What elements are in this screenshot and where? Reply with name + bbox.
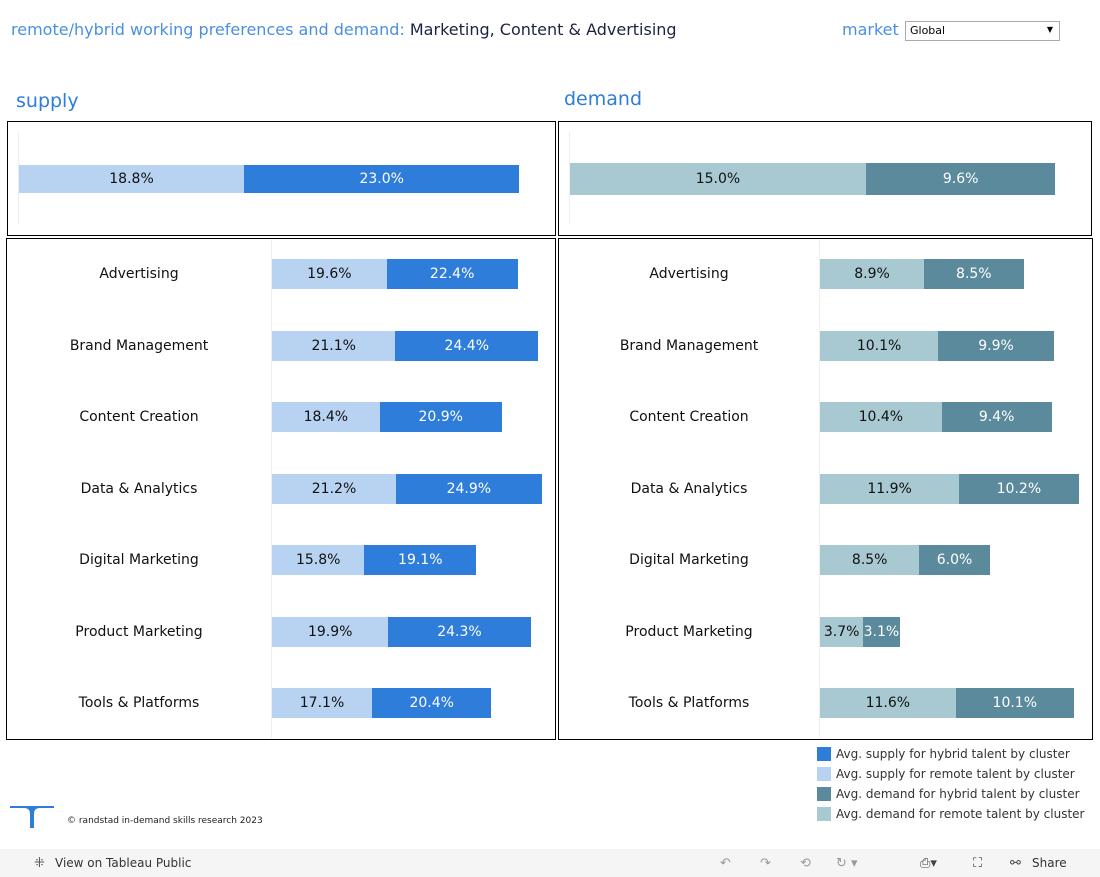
bar-hybrid[interactable]: 8.5% xyxy=(924,259,1024,289)
bar-remote[interactable]: 11.6% xyxy=(820,688,956,718)
legend-item[interactable]: Avg. demand for hybrid talent by cluster xyxy=(817,787,1080,801)
category-label: Brand Management xyxy=(619,337,759,354)
randstad-logo xyxy=(10,806,54,828)
legend-item[interactable]: Avg. demand for remote talent by cluster xyxy=(817,807,1084,821)
bar-remote[interactable]: 17.1% xyxy=(272,688,373,718)
category-label: Advertising xyxy=(649,266,729,282)
legend-swatch xyxy=(817,747,831,761)
bar-remote[interactable]: 21.2% xyxy=(272,473,397,504)
category-label: Content Creation xyxy=(79,409,199,425)
bar-hybrid[interactable]: 9.9% xyxy=(938,330,1054,361)
download-icon[interactable]: ⎙▾ xyxy=(920,856,937,871)
bar-hybrid[interactable]: 20.4% xyxy=(372,688,492,718)
bar-remote[interactable]: 8.9% xyxy=(820,259,925,289)
chevron-down-icon: ▼ xyxy=(1046,25,1053,34)
legend-swatch xyxy=(817,787,831,801)
demand-heading: demand xyxy=(564,88,643,110)
bar-hybrid[interactable]: 9.4% xyxy=(941,402,1052,432)
refresh-icon[interactable]: ↻ ▾ xyxy=(836,856,858,871)
revert-icon[interactable]: ⟲ xyxy=(800,856,811,871)
legend-label: Avg. demand for remote talent by cluster xyxy=(836,807,1085,821)
share-button[interactable]: Share xyxy=(1032,856,1067,870)
legend-item[interactable]: Avg. supply for hybrid talent by cluster xyxy=(817,747,1070,761)
title-cluster: Marketing, Content & Advertising xyxy=(409,20,677,39)
bar-remote[interactable]: 19.9% xyxy=(272,616,389,647)
tableau-icon: ⁜ xyxy=(34,856,45,871)
undo-icon[interactable]: ↶ xyxy=(720,856,731,871)
copyright: © randstad in-demand skills research 202… xyxy=(67,816,263,826)
legend-label: Avg. demand for hybrid talent by cluster xyxy=(836,787,1080,801)
category-label: Content Creation xyxy=(629,409,749,425)
bar-remote[interactable]: 15.8% xyxy=(272,545,365,575)
bar-hybrid[interactable]: 24.3% xyxy=(388,616,531,647)
bar-remote[interactable]: 18.4% xyxy=(272,402,380,432)
category-label: Digital Marketing xyxy=(79,552,199,568)
category-label: Product Marketing xyxy=(625,623,753,640)
dashboard-title: remote/hybrid working preferences and de… xyxy=(11,20,677,39)
category-label: Tools & Platforms xyxy=(628,695,750,711)
legend-swatch xyxy=(817,807,831,821)
bar-hybrid[interactable]: 10.2% xyxy=(959,473,1079,504)
category-label: Advertising xyxy=(99,266,179,282)
legend-label: Avg. supply for hybrid talent by cluster xyxy=(836,747,1070,761)
tableau-toolbar: ⁜ View on Tableau Public ↶ ↷ ⟲ ↻ ▾ ⎙▾ ⛶ … xyxy=(0,849,1100,877)
bar-remote[interactable]: 19.6% xyxy=(272,259,387,289)
bar-hybrid[interactable]: 24.4% xyxy=(395,330,539,361)
bar-remote[interactable]: 10.1% xyxy=(820,330,939,361)
bar-hybrid[interactable]: 6.0% xyxy=(919,545,990,575)
bar-hybrid[interactable]: 22.4% xyxy=(386,259,518,289)
summary-bar-hybrid[interactable]: 9.6% xyxy=(865,163,1056,195)
legend-swatch xyxy=(817,767,831,781)
bar-remote[interactable]: 21.1% xyxy=(272,330,396,361)
summary-bar-remote[interactable]: 18.8% xyxy=(19,165,245,193)
category-label: Data & Analytics xyxy=(630,480,748,497)
bar-remote[interactable]: 3.7% xyxy=(820,616,864,647)
bar-hybrid[interactable]: 3.1% xyxy=(863,616,900,647)
category-label: Tools & Platforms xyxy=(78,695,200,711)
fullscreen-icon[interactable]: ⛶ xyxy=(973,856,982,871)
legend-label: Avg. supply for remote talent by cluster xyxy=(836,767,1075,781)
summary-bar-hybrid[interactable]: 23.0% xyxy=(244,165,520,193)
category-label: Brand Management xyxy=(69,337,209,354)
title-prefix: remote/hybrid working preferences and de… xyxy=(11,20,405,39)
category-label: Digital Marketing xyxy=(629,552,749,568)
bar-hybrid[interactable]: 20.9% xyxy=(379,402,502,432)
view-on-tableau-link[interactable]: View on Tableau Public xyxy=(55,856,191,870)
market-select[interactable]: Global ▼ xyxy=(905,21,1060,41)
market-label: market xyxy=(842,20,899,39)
bar-remote[interactable]: 8.5% xyxy=(820,545,920,575)
bar-remote[interactable]: 11.9% xyxy=(820,473,960,504)
supply-heading: supply xyxy=(16,90,79,112)
bar-hybrid[interactable]: 24.9% xyxy=(396,473,542,504)
bar-hybrid[interactable]: 19.1% xyxy=(364,545,477,575)
share-icon[interactable]: ⚯ xyxy=(1010,856,1021,871)
legend-item[interactable]: Avg. supply for remote talent by cluster xyxy=(817,767,1075,781)
redo-icon[interactable]: ↷ xyxy=(760,856,771,871)
category-label: Product Marketing xyxy=(75,623,203,640)
summary-bar-remote[interactable]: 15.0% xyxy=(570,163,866,195)
category-label: Data & Analytics xyxy=(80,480,198,497)
bar-hybrid[interactable]: 10.1% xyxy=(955,688,1074,718)
market-value: Global xyxy=(910,24,946,37)
bar-remote[interactable]: 10.4% xyxy=(820,402,942,432)
